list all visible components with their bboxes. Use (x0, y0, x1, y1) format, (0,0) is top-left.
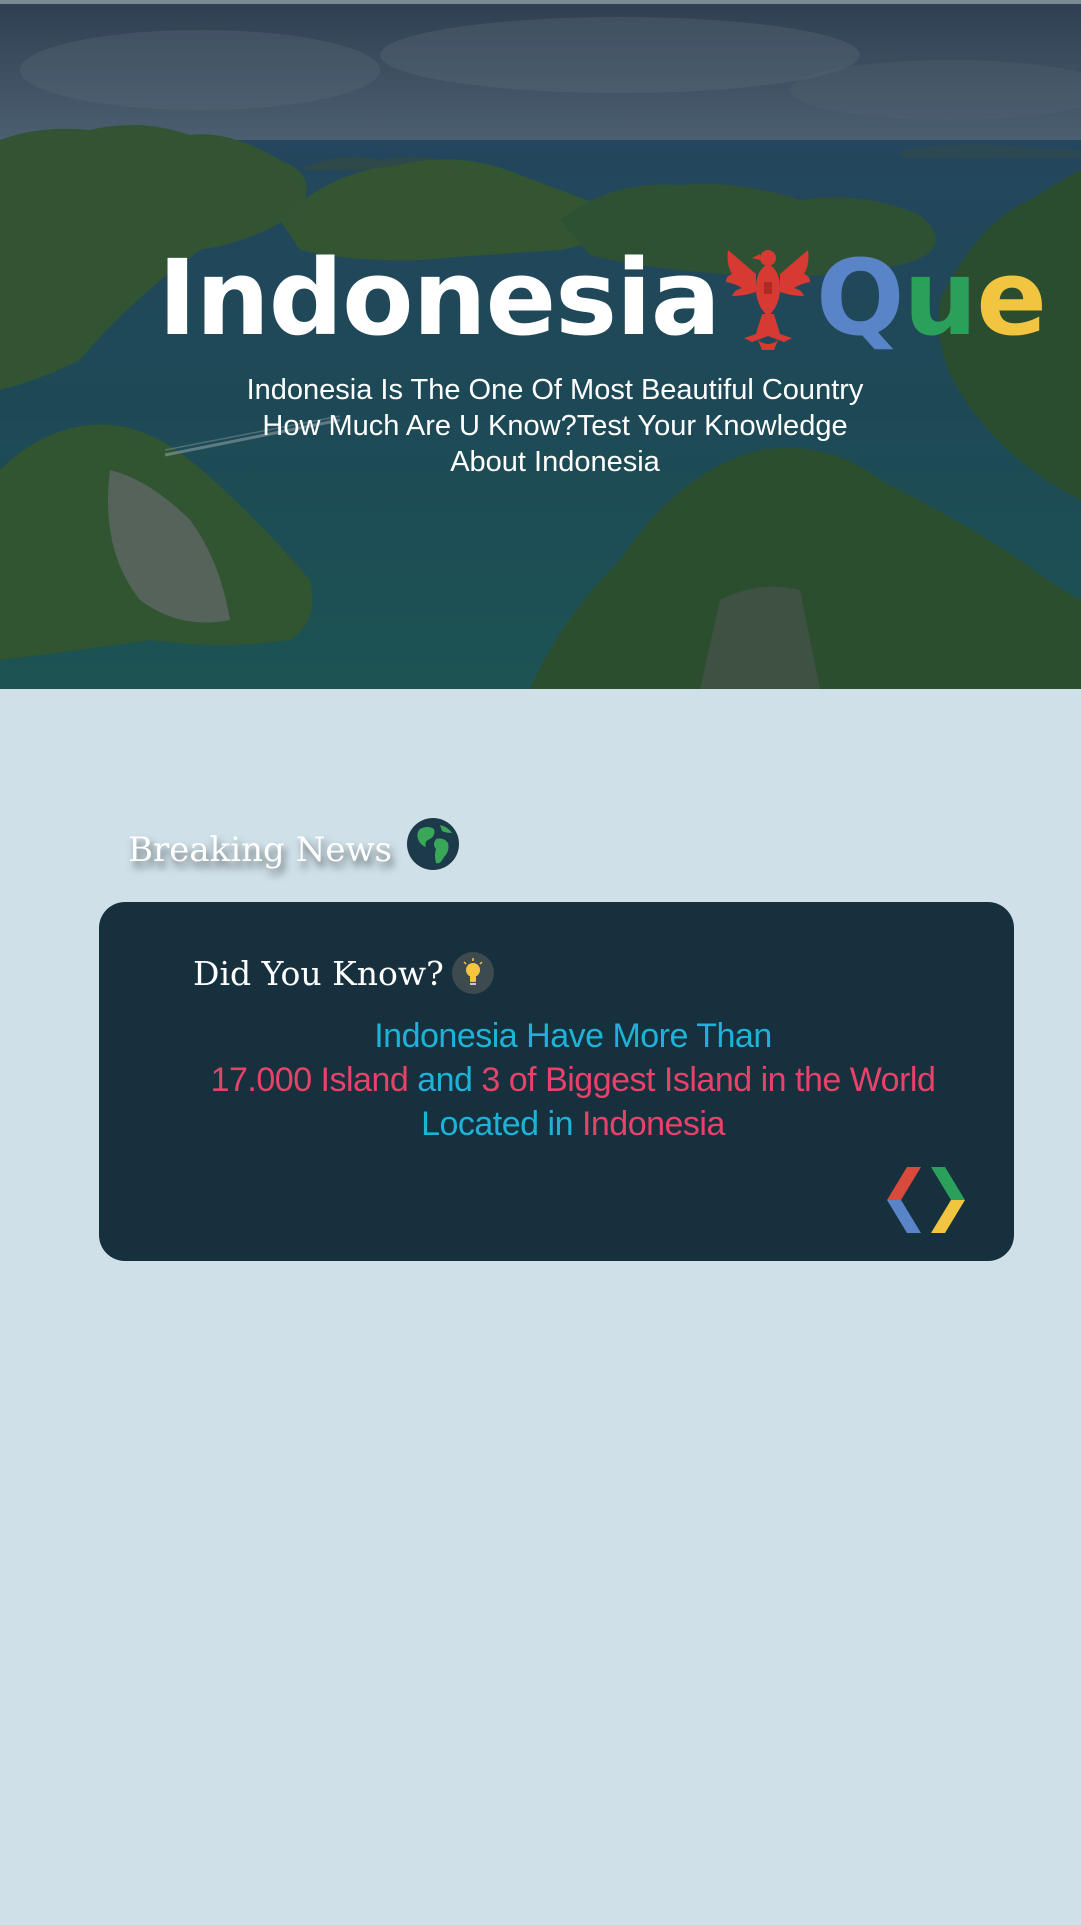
breaking-news-title: Breaking News (128, 830, 392, 870)
brand-letter-q: Q (815, 237, 904, 359)
tagline-line: About Indonesia (450, 446, 660, 478)
did-you-know-card: Did You Know? Indonesia Have More Than 1… (99, 902, 1014, 1261)
code-chevrons-icon (887, 1167, 965, 1233)
fact-text: Indonesia Have More Than 17.000 Island a… (139, 1014, 1007, 1146)
card-title: Did You Know? (193, 953, 444, 993)
fact-text-part: Located in (421, 1105, 582, 1143)
globe-icon (407, 818, 459, 870)
hero-banner: Indonesia Q u e Indonesia Is The One Of … (0, 0, 1081, 689)
fact-highlight: 17.000 Island (210, 1061, 409, 1099)
lightbulb-icon (451, 952, 494, 994)
tagline-line: Indonesia Is The One Of Most Beautiful C… (246, 374, 864, 406)
fact-highlight: Indonesia (581, 1105, 725, 1143)
fact-text-part: and (408, 1061, 482, 1099)
brand-letter-u: u (903, 237, 977, 359)
fact-highlight: 3 of Biggest Island in the World (481, 1061, 936, 1099)
fact-line: Indonesia Have More Than (374, 1017, 772, 1055)
tagline-line: How Much Are U Know?Test Your Knowledge (262, 410, 848, 442)
brand-logo: Indonesia Q u e (158, 237, 1047, 359)
brand-letter-e: e (976, 237, 1047, 359)
top-border (0, 0, 1081, 4)
hero-tagline: Indonesia Is The One Of Most Beautiful C… (170, 372, 940, 480)
brand-word: Indonesia (158, 237, 721, 359)
garuda-emblem-icon (725, 250, 810, 350)
card-header: Did You Know? (193, 952, 494, 994)
breaking-news-header: Breaking News (128, 818, 460, 880)
